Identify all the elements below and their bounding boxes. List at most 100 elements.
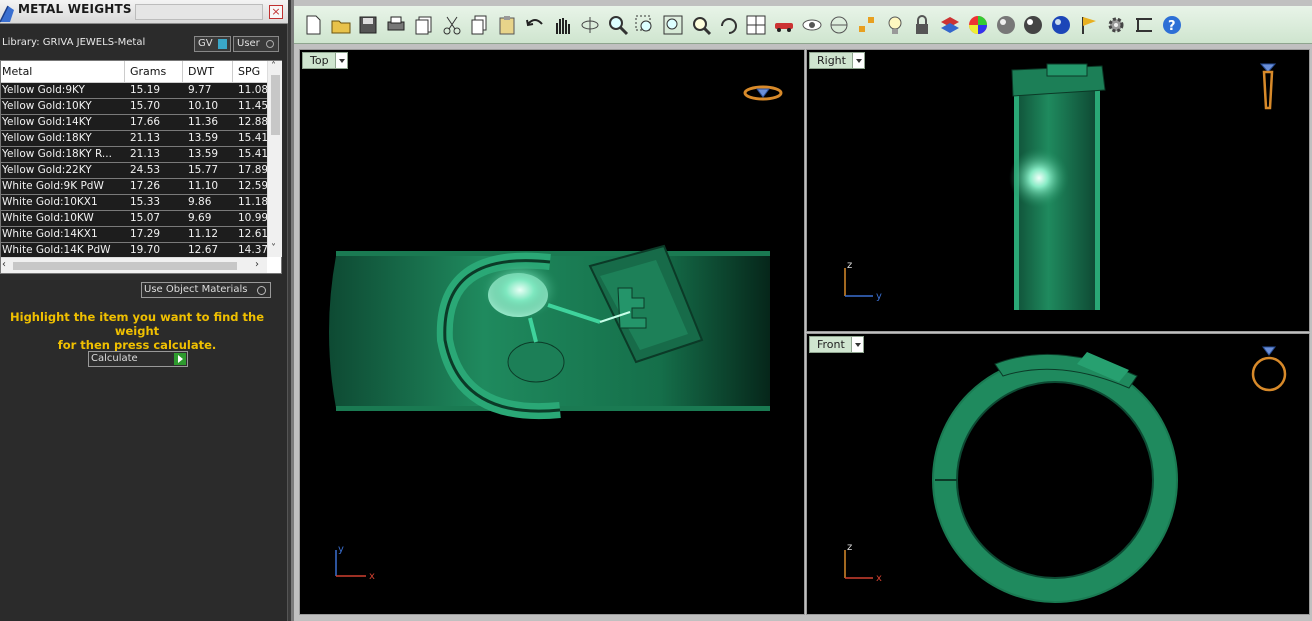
column-header-spg[interactable]: SPG (238, 65, 260, 78)
rotate-icon[interactable] (718, 14, 740, 36)
ring-orientation-widget-icon[interactable] (1249, 344, 1289, 394)
panel-title-bar[interactable]: METAL WEIGHTS × (0, 0, 288, 24)
scroll-up-icon[interactable]: ˄ (271, 61, 276, 72)
cell-spg: 12.59 (238, 180, 267, 192)
dropdown-arrow-icon[interactable] (334, 53, 347, 68)
gv-toggle[interactable]: GV (194, 36, 231, 52)
scroll-right-icon[interactable]: › (255, 259, 259, 270)
cell-grams: 15.19 (130, 84, 161, 96)
viewport-front[interactable]: Front z x (806, 333, 1310, 615)
print-icon[interactable] (385, 14, 407, 36)
close-button[interactable]: × (269, 5, 283, 19)
table-row[interactable]: Yellow Gold:14KY 17.66 11.36 12.88 (1, 115, 267, 131)
cell-metal: Yellow Gold:18KY R... (2, 148, 112, 160)
viewport-label-top[interactable]: Top (302, 52, 348, 69)
table-row[interactable]: White Gold:10KW 15.07 9.69 10.99 (1, 211, 267, 227)
viewport-right[interactable]: Right z y (806, 49, 1310, 332)
copy-doc-icon[interactable] (413, 14, 435, 36)
paste-icon[interactable] (496, 14, 518, 36)
cell-grams: 19.70 (130, 244, 161, 256)
use-object-materials-toggle[interactable]: Use Object Materials (141, 282, 271, 298)
pan-hand-icon[interactable] (551, 14, 573, 36)
app-window: METAL WEIGHTS × Library: GRIVA JEWELS-Me… (0, 0, 1312, 621)
scroll-left-icon[interactable]: ‹ (2, 259, 6, 270)
user-toggle[interactable]: User (233, 36, 279, 52)
cell-dwt: 13.59 (188, 148, 219, 160)
axis-label-z: z (847, 542, 852, 553)
cell-metal: White Gold:10KX1 (2, 196, 98, 208)
layers-icon[interactable] (939, 14, 961, 36)
table-body: Yellow Gold:9KY 15.19 9.77 11.08 Yellow Gold… (1, 83, 267, 257)
lock-icon[interactable] (911, 14, 933, 36)
viewport-label-front[interactable]: Front (809, 336, 864, 353)
open-folder-icon[interactable] (330, 14, 352, 36)
undo-icon[interactable] (524, 14, 546, 36)
rendered-sphere-icon[interactable] (1022, 14, 1044, 36)
light-bulb-icon[interactable] (884, 14, 906, 36)
table-row[interactable]: White Gold:14KX1 17.29 11.12 12.61 (1, 227, 267, 243)
rotate-view-icon[interactable] (579, 14, 601, 36)
eye-icon[interactable] (801, 14, 823, 36)
axis-label-y: y (876, 291, 882, 302)
target-icon[interactable] (828, 14, 850, 36)
column-header-dwt[interactable]: DWT (188, 65, 214, 78)
column-header-metal[interactable]: Metal (2, 65, 32, 78)
table-row[interactable]: Yellow Gold:10KY 15.70 10.10 11.45 (1, 99, 267, 115)
cell-metal: White Gold:14K PdW (2, 244, 111, 256)
cell-grams: 15.33 (130, 196, 161, 208)
dropdown-arrow-icon[interactable] (850, 337, 863, 352)
calculate-button[interactable]: Calculate (88, 351, 188, 367)
svg-text:?: ? (1168, 19, 1176, 34)
cell-spg: 17.89 (238, 164, 267, 176)
scroll-down-icon[interactable]: ˅ (271, 243, 276, 254)
new-file-icon[interactable] (302, 14, 324, 36)
vertical-scrollbar[interactable]: ˄ ˅ (267, 61, 282, 257)
shaded-sphere-icon[interactable] (995, 14, 1017, 36)
axis-label-y: y (338, 544, 344, 555)
scroll-thumb[interactable] (13, 262, 237, 270)
viewport-label-text: Top (310, 54, 329, 67)
zoom-icon[interactable] (607, 14, 629, 36)
table-row[interactable]: Yellow Gold:22KY 24.53 15.77 17.89 (1, 163, 267, 179)
table-row[interactable]: White Gold:10KX1 15.33 9.86 11.18 (1, 195, 267, 211)
dropdown-arrow-icon[interactable] (851, 53, 864, 68)
color-wheel-icon[interactable] (967, 14, 989, 36)
gear-icon[interactable] (1105, 14, 1127, 36)
copy-icon[interactable] (468, 14, 490, 36)
table-row[interactable]: Yellow Gold:9KY 15.19 9.77 11.08 (1, 83, 267, 99)
panel-title: METAL WEIGHTS (18, 2, 132, 16)
ring-orientation-widget-icon[interactable] (742, 82, 784, 104)
cut-icon[interactable] (441, 14, 463, 36)
app-logo-icon (0, 5, 14, 23)
help-icon[interactable]: ? (1161, 14, 1183, 36)
table-row[interactable]: Yellow Gold:18KY R... 21.13 13.59 15.41 (1, 147, 267, 163)
four-viewports-icon[interactable] (745, 14, 767, 36)
cell-dwt: 10.10 (188, 100, 219, 112)
blue-sphere-icon[interactable] (1050, 14, 1072, 36)
cell-metal: White Gold:10KW (2, 212, 94, 224)
table-row[interactable]: White Gold:14K PdW 19.70 12.67 14.37 (1, 243, 267, 257)
zoom-window-icon[interactable] (634, 14, 656, 36)
viewport-label-right[interactable]: Right (809, 52, 865, 69)
cell-metal: Yellow Gold:9KY (2, 84, 85, 96)
column-header-grams[interactable]: Grams (130, 65, 166, 78)
ring-orientation-widget-icon[interactable] (1255, 60, 1281, 112)
points-icon[interactable] (856, 14, 878, 36)
cell-metal: Yellow Gold:18KY (2, 132, 92, 144)
save-icon[interactable] (357, 14, 379, 36)
radio-icon (266, 40, 274, 48)
axis-label-x: x (369, 571, 375, 580)
cell-metal: White Gold:14KX1 (2, 228, 98, 240)
table-row[interactable]: Yellow Gold:18KY 21.13 13.59 15.41 (1, 131, 267, 147)
cell-dwt: 13.59 (188, 132, 219, 144)
scroll-thumb[interactable] (271, 75, 280, 135)
table-row[interactable]: White Gold:9K PdW 17.26 11.10 12.59 (1, 179, 267, 195)
dimension-icon[interactable] (1133, 14, 1155, 36)
zoom-selected-icon[interactable] (690, 14, 712, 36)
zoom-extents-icon[interactable] (662, 14, 684, 36)
table-header: Metal Grams DWT SPG (1, 61, 267, 83)
car-icon[interactable] (773, 14, 795, 36)
horizontal-scrollbar[interactable]: ‹ › (1, 257, 267, 273)
flag-icon[interactable] (1078, 14, 1100, 36)
viewport-top[interactable]: Top y x (299, 49, 805, 615)
